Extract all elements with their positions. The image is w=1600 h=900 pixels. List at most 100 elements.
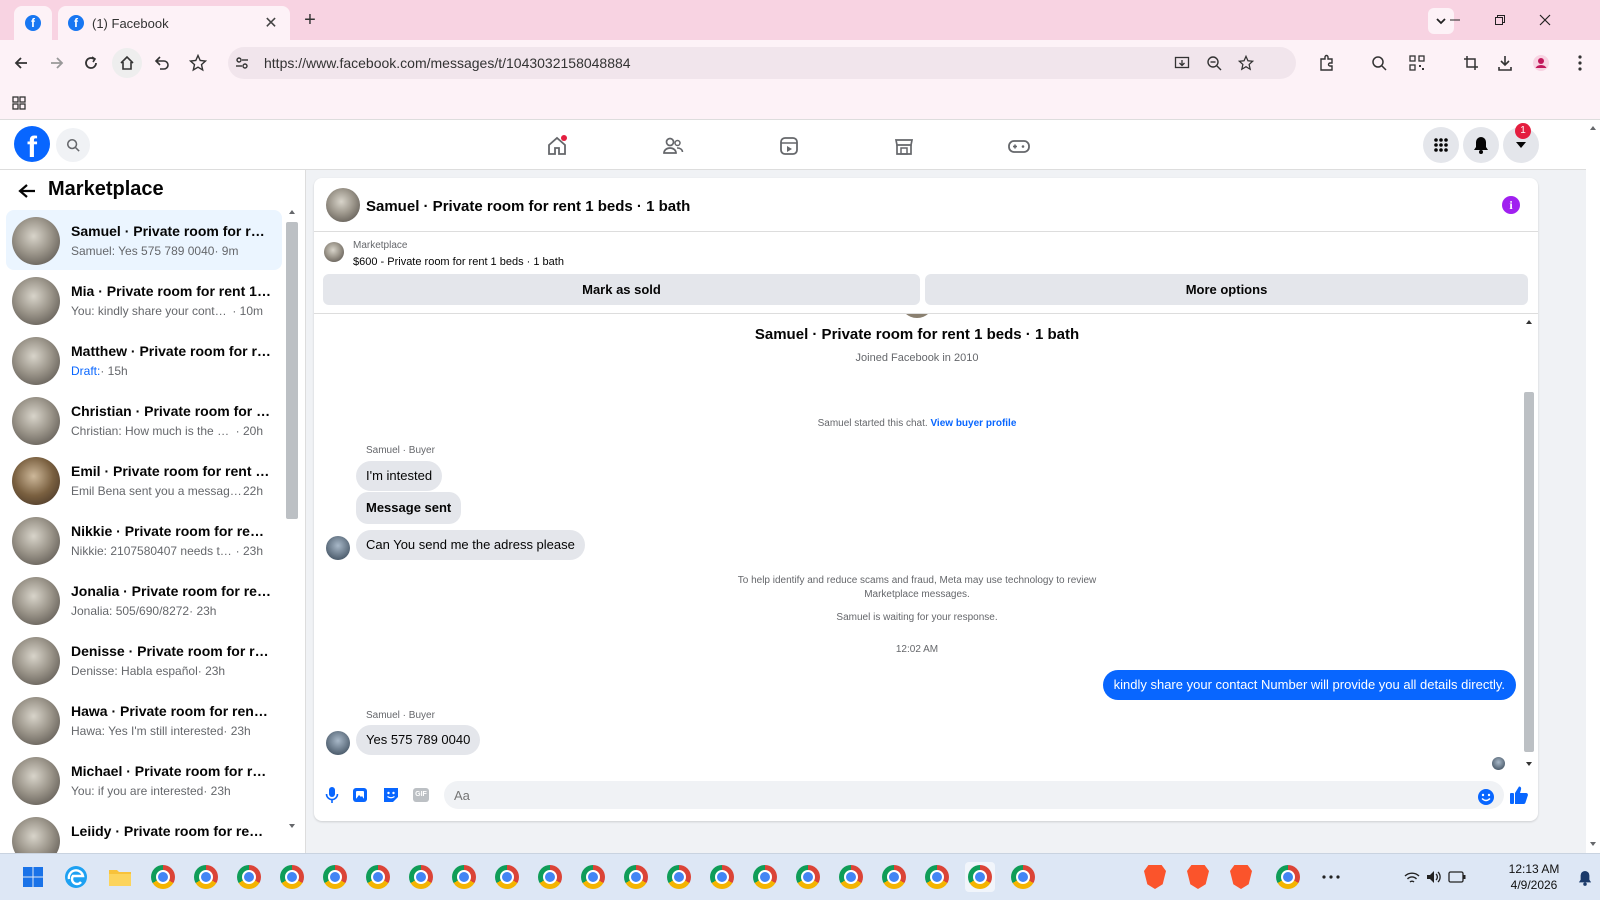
url-text[interactable]: https://www.facebook.com/messages/t/1043… bbox=[264, 55, 631, 71]
close-window-button[interactable] bbox=[1530, 8, 1560, 32]
conversation-item[interactable]: Matthew · Private room for rent... Draft:… bbox=[6, 330, 282, 390]
conversation-item[interactable]: Denisse · Private room for rent ... Denis… bbox=[6, 630, 282, 690]
taskbar-brave[interactable] bbox=[1140, 862, 1170, 892]
taskbar-chrome[interactable] bbox=[363, 862, 393, 892]
nav-video[interactable] bbox=[775, 132, 803, 160]
conversation-item[interactable]: Emil · Private room for rent 1 be... Emil… bbox=[6, 450, 282, 510]
taskbar-chrome[interactable] bbox=[234, 862, 264, 892]
taskbar-chrome[interactable] bbox=[492, 862, 522, 892]
sticker-button[interactable] bbox=[380, 784, 402, 806]
taskbar-file-explorer[interactable] bbox=[105, 862, 135, 892]
restore-button[interactable] bbox=[1485, 8, 1515, 32]
forward-button[interactable] bbox=[42, 48, 72, 78]
listing-thumbnail[interactable] bbox=[324, 242, 344, 262]
taskbar-overflow-button[interactable] bbox=[1316, 862, 1346, 892]
conversation-item[interactable]: Hawa · Private room for rent 1 ... Hawa: … bbox=[6, 690, 282, 750]
view-buyer-profile-link[interactable]: View buyer profile bbox=[930, 418, 1016, 429]
conversation-item[interactable]: Leiidy · Private room for rent ... bbox=[6, 810, 282, 853]
taskbar-chrome[interactable] bbox=[1273, 862, 1303, 892]
nav-friends[interactable] bbox=[659, 132, 687, 160]
nav-gaming[interactable] bbox=[1005, 132, 1033, 160]
sender-avatar[interactable] bbox=[326, 731, 350, 755]
facebook-tab[interactable]: f (1) Facebook ✕ bbox=[58, 6, 290, 40]
volume-icon[interactable] bbox=[1426, 870, 1442, 884]
taskbar-chrome[interactable] bbox=[879, 862, 909, 892]
taskbar-chrome[interactable] bbox=[1008, 862, 1038, 892]
emoji-button[interactable] bbox=[1475, 786, 1497, 808]
taskbar-chrome[interactable] bbox=[148, 862, 178, 892]
facebook-search-button[interactable] bbox=[56, 128, 90, 162]
notification-bell-icon[interactable] bbox=[1578, 870, 1592, 886]
conversation-item[interactable]: Samuel · Private room for rent 1... Samue… bbox=[6, 210, 282, 270]
bookmark-button[interactable] bbox=[183, 48, 213, 78]
back-button[interactable] bbox=[14, 178, 40, 204]
search-tabs-button[interactable] bbox=[1364, 48, 1394, 78]
taskbar-chrome[interactable] bbox=[965, 862, 995, 892]
conversation-item[interactable]: Mia · Private room for rent 1 be... You: … bbox=[6, 270, 282, 330]
pinned-facebook-tab[interactable]: f bbox=[14, 6, 52, 40]
minimize-button[interactable] bbox=[1440, 8, 1470, 32]
conversation-item[interactable]: Jonalia · Private room for rent 1... Jona… bbox=[6, 570, 282, 630]
listing-avatar[interactable] bbox=[326, 188, 360, 222]
nav-home[interactable] bbox=[543, 132, 571, 160]
nav-marketplace[interactable] bbox=[890, 132, 918, 160]
taskbar-chrome[interactable] bbox=[836, 862, 866, 892]
info-icon[interactable]: i bbox=[1502, 196, 1520, 214]
incoming-message[interactable]: Can You send me the adress please bbox=[356, 530, 585, 560]
taskbar-chrome[interactable] bbox=[707, 862, 737, 892]
gif-button[interactable]: GIF bbox=[410, 784, 432, 806]
attach-photo-button[interactable] bbox=[350, 784, 372, 806]
address-bar[interactable]: https://www.facebook.com/messages/t/1043… bbox=[228, 47, 1296, 79]
wifi-icon[interactable] bbox=[1404, 871, 1420, 885]
taskbar-brave[interactable] bbox=[1226, 862, 1256, 892]
more-options-button[interactable]: More options bbox=[925, 274, 1528, 305]
sidebar-scrollbar-thumb[interactable] bbox=[286, 222, 298, 519]
message-input[interactable] bbox=[444, 781, 1504, 809]
taskbar-chrome[interactable] bbox=[664, 862, 694, 892]
taskbar-chrome[interactable] bbox=[320, 862, 350, 892]
back-button[interactable] bbox=[6, 48, 36, 78]
outgoing-message[interactable]: kindly share your contact Number will pr… bbox=[1102, 670, 1516, 700]
conversation-item[interactable]: Nikkie · Private room for rent 1 ... Nikk… bbox=[6, 510, 282, 570]
taskbar-chrome[interactable] bbox=[793, 862, 823, 892]
message-sent-card[interactable]: Message sent bbox=[356, 492, 462, 524]
taskbar-chrome[interactable] bbox=[406, 862, 436, 892]
home-button[interactable] bbox=[112, 48, 142, 78]
taskbar-chrome[interactable] bbox=[535, 862, 565, 892]
voice-clip-button[interactable] bbox=[321, 784, 343, 806]
taskbar-brave[interactable] bbox=[1183, 862, 1213, 892]
facebook-logo[interactable]: f bbox=[14, 126, 50, 162]
taskbar-chrome[interactable] bbox=[449, 862, 479, 892]
mark-as-sold-button[interactable]: Mark as sold bbox=[323, 274, 920, 305]
reload-button[interactable] bbox=[76, 48, 106, 78]
incoming-message[interactable]: Yes 575 789 0040 bbox=[356, 725, 481, 755]
conversation-item[interactable]: Christian · Private room for rent... Chri… bbox=[6, 390, 282, 450]
install-app-icon[interactable] bbox=[1174, 55, 1190, 71]
taskbar-chrome[interactable] bbox=[922, 862, 952, 892]
close-tab-icon[interactable]: ✕ bbox=[262, 13, 280, 33]
apps-grid-icon[interactable] bbox=[12, 96, 26, 110]
incoming-message[interactable]: I'm intested bbox=[356, 461, 443, 491]
profile-button[interactable] bbox=[1526, 48, 1556, 78]
zoom-out-icon[interactable] bbox=[1206, 55, 1222, 71]
battery-icon[interactable] bbox=[1448, 871, 1466, 883]
taskbar-chrome[interactable] bbox=[750, 862, 780, 892]
menu-button[interactable] bbox=[1423, 127, 1459, 163]
chat-scrollbar-thumb[interactable] bbox=[1524, 392, 1534, 752]
listing-price-title[interactable]: $600 - Private room for rent 1 beds · 1 … bbox=[353, 256, 564, 268]
taskbar-chrome[interactable] bbox=[277, 862, 307, 892]
profile-avatar[interactable] bbox=[900, 314, 934, 318]
qr-code-button[interactable] bbox=[1402, 48, 1432, 78]
downloads-button[interactable] bbox=[1490, 48, 1520, 78]
conversation-item[interactable]: Michael · Private room for rent ... You: … bbox=[6, 750, 282, 810]
system-clock[interactable]: 12:13 AM 4/9/2026 bbox=[1494, 861, 1574, 893]
sender-avatar[interactable] bbox=[326, 536, 350, 560]
taskbar-chrome[interactable] bbox=[621, 862, 651, 892]
undo-button[interactable] bbox=[147, 48, 177, 78]
site-settings-icon[interactable] bbox=[234, 55, 250, 71]
star-icon[interactable] bbox=[1238, 55, 1254, 71]
extensions-button[interactable] bbox=[1312, 48, 1342, 78]
browser-menu-button[interactable] bbox=[1568, 48, 1592, 78]
chat-title[interactable]: Samuel · Private room for rent 1 beds · … bbox=[366, 198, 690, 215]
notifications-button[interactable] bbox=[1463, 127, 1499, 163]
